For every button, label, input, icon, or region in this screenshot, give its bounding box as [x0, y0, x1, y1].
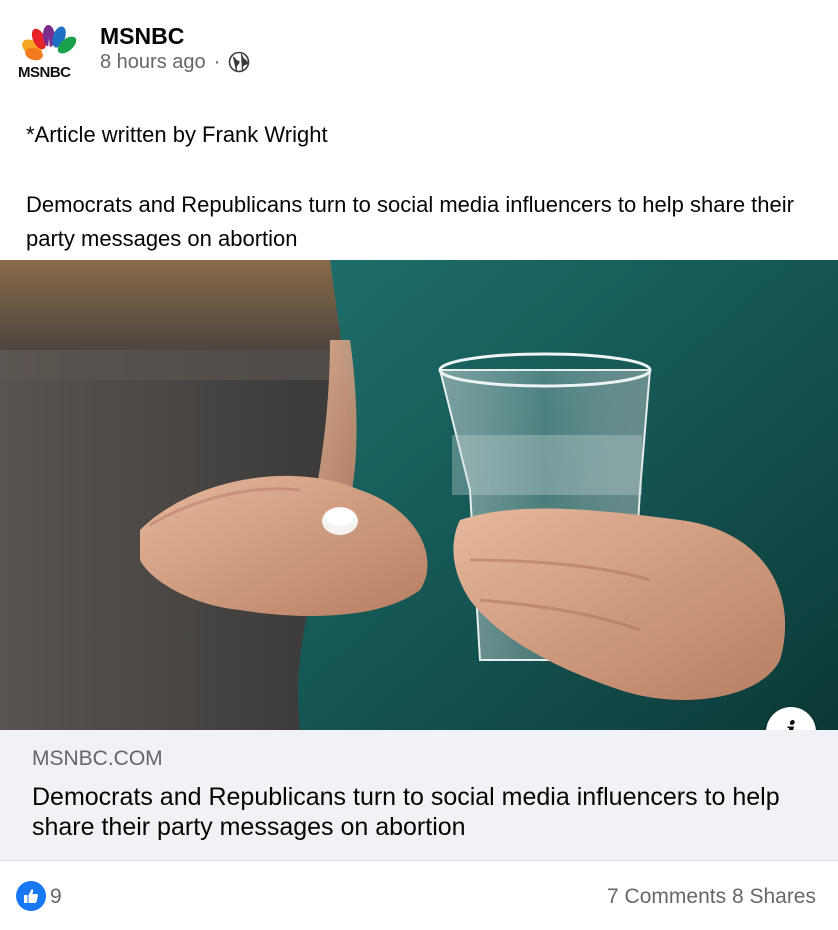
page-name-link[interactable]: MSNBC [100, 22, 184, 50]
like-icon[interactable] [16, 881, 46, 911]
engagement-stats: 7 Comments 8 Shares [607, 884, 816, 910]
link-domain: MSNBC.COM [32, 747, 163, 770]
post-author-line: *Article written by Frank Wright [26, 122, 328, 147]
globe-icon[interactable] [228, 51, 250, 73]
post-header: MSNBC MSNBC 8 hours ago · [18, 20, 818, 82]
post-message: *Article written by Frank Wright Democra… [26, 118, 816, 256]
pill-and-water-photo [0, 260, 838, 730]
link-preview[interactable]: MSNBC.COM Democrats and Republicans turn… [0, 730, 838, 861]
post-timestamp[interactable]: 8 hours ago [100, 50, 206, 74]
article-image[interactable] [0, 260, 838, 730]
peacock-logo-icon [22, 25, 77, 61]
meta-separator: · [213, 51, 221, 73]
reaction-count[interactable]: 9 [50, 884, 62, 910]
comments-count[interactable]: 7 Comments [607, 885, 726, 908]
avatar-wordmark: MSNBC [18, 64, 71, 81]
post-footer: 9 7 Comments 8 Shares [0, 862, 838, 930]
msnbc-logo-avatar[interactable]: MSNBC [18, 24, 84, 82]
facebook-post: MSNBC MSNBC 8 hours ago · *Article writt… [0, 0, 838, 930]
link-title[interactable]: Democrats and Republicans turn to social… [32, 782, 812, 842]
shares-count[interactable]: 8 Shares [732, 885, 816, 908]
post-body-text: Democrats and Republicans turn to social… [26, 192, 794, 251]
post-meta: 8 hours ago · [100, 50, 250, 74]
